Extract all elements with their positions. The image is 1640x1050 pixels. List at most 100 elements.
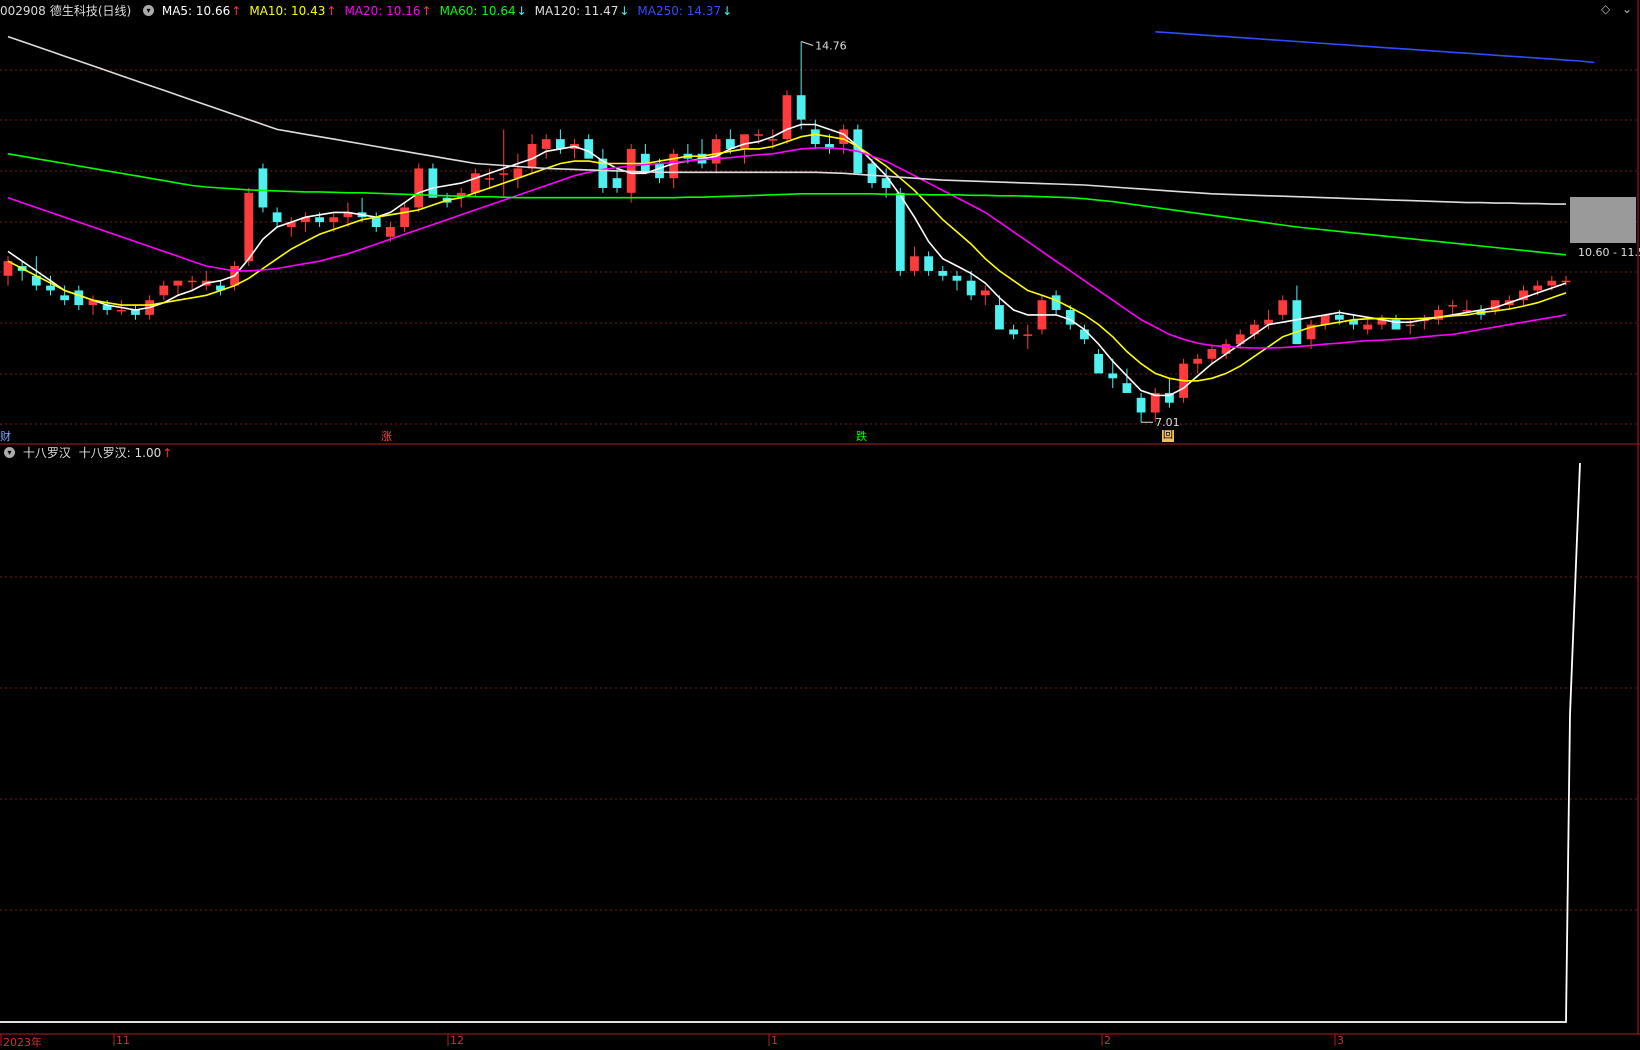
candle-body-17 (244, 192, 254, 262)
candle-body-29 (414, 168, 424, 208)
candle-body-22 (315, 217, 324, 223)
marker-hui[interactable]: 回 (1162, 430, 1174, 442)
range-box (1570, 197, 1636, 243)
stock-name: 德生科技 (49, 4, 98, 18)
candle-body-34 (485, 178, 494, 180)
candle-body-80 (1136, 397, 1146, 413)
candle-body-33 (471, 173, 480, 193)
indicator-arrow: ↑ (162, 446, 173, 460)
ma-label-1: MA10: 10.43 (249, 4, 326, 18)
candle-body-110 (1561, 280, 1571, 283)
candle-body-54 (768, 139, 778, 141)
candle-body-61 (867, 163, 877, 184)
ma-label-5: MA250: 14.37 (637, 4, 722, 18)
candle-body-55 (782, 95, 792, 140)
candle-body-79 (1122, 383, 1132, 393)
ma-label-4: MA120: 11.47 (534, 4, 619, 18)
period-label: (日线) (97, 4, 132, 18)
candle-body-96 (1363, 324, 1373, 330)
candle-body-19 (272, 212, 282, 223)
ma-line-MA20 (7, 147, 1567, 349)
candle-body-41 (584, 139, 594, 159)
ma-line-MA250 (1155, 31, 1595, 64)
x-label-4: 2 (1104, 1034, 1111, 1047)
candle-body-108 (1533, 285, 1543, 291)
candle-body-76 (1080, 329, 1089, 340)
range-label: 10.60 - 11.5 (1578, 246, 1640, 259)
ma-line-MA5 (7, 123, 1567, 397)
candle-body-5 (74, 290, 84, 306)
chevron-icon[interactable]: ⌄ (1622, 2, 1632, 16)
candle-body-77 (1094, 353, 1103, 374)
candle-body-57 (810, 129, 820, 145)
price-header: 002908 德生科技(日线) ▾ MA5: 10.66↑ MA10: 10.43↑… (0, 0, 744, 22)
candle-body-43 (612, 178, 622, 188)
diamond-icon[interactable]: ◇ (1601, 2, 1610, 16)
candle-body-85 (1207, 349, 1217, 359)
ma-label-0: MA5: 10.66 (161, 4, 231, 18)
candle-body-84 (1193, 358, 1203, 364)
candle-body-69 (980, 290, 990, 296)
candle-body-64 (910, 256, 919, 271)
high-pointer (801, 41, 814, 46)
x-label-5: 3 (1337, 1034, 1344, 1047)
candle-body-13 (187, 280, 197, 283)
candle-body-56 (796, 95, 806, 120)
indicator-header: ▾ 十八罗汉 十八罗汉: 1.00↑ (0, 442, 176, 464)
indicator-settings-icon[interactable]: ▾ (4, 447, 15, 458)
candle-body-12 (173, 280, 183, 286)
candle-body-68 (966, 280, 976, 296)
candle-body-46 (655, 163, 664, 179)
candle-body-26 (371, 217, 381, 227)
candle-body-28 (400, 207, 409, 227)
candle-body-38 (541, 139, 551, 149)
candle-body-50 (711, 139, 721, 164)
candle-body-66 (938, 270, 948, 276)
x-label-2: 12 (450, 1034, 464, 1047)
candle-body-70 (995, 305, 1004, 330)
candle-body-102 (1448, 305, 1458, 307)
candle-body-4 (60, 295, 70, 301)
candle-body-30 (428, 168, 438, 198)
candle-body-39 (555, 139, 565, 149)
chart-stage: 14.76 7.01 10.60 - 11.5 002908 德生科技(日线) ▾ M… (0, 0, 1640, 1049)
settings-icon[interactable]: ▾ (143, 5, 155, 16)
candle-body-91 (1292, 300, 1302, 345)
ma-line-MA60 (7, 153, 1567, 256)
marker-die[interactable]: 跌 (856, 428, 867, 444)
x-label-0: 2023年 (3, 1036, 42, 1049)
candle-body-52 (740, 134, 749, 149)
stock-code: 002908 (0, 4, 46, 18)
x-label-1: 11 (116, 1034, 130, 1047)
candle-body-78 (1108, 373, 1118, 379)
candle-body-53 (754, 134, 764, 136)
candle-body-93 (1320, 314, 1330, 325)
candle-body-8 (116, 309, 126, 312)
candle-body-18 (258, 168, 268, 208)
indicator-value: 十八罗汉: 1.00 (78, 446, 162, 460)
candle-body-109 (1547, 280, 1557, 286)
candle-body-11 (159, 285, 169, 296)
candle-body-65 (924, 256, 934, 271)
candle-body-35 (499, 173, 509, 175)
candle-body-71 (1009, 329, 1019, 335)
candle-body-63 (895, 192, 905, 271)
ma-label-2: MA20: 10.16 (344, 4, 421, 18)
ma-arrow-1: ↑ (326, 4, 337, 18)
ma-arrow-4: ↓ (619, 4, 630, 18)
candle-body-94 (1334, 314, 1344, 320)
candle-body-72 (1023, 334, 1033, 336)
marker-zhang[interactable]: 涨 (381, 428, 392, 444)
price-chart[interactable]: 14.76 7.01 10.60 - 11.5 (0, 0, 1640, 1049)
ma-arrow-3: ↓ (516, 4, 527, 18)
ma-legend: MA5: 10.66↑ MA10: 10.43↑ MA20: 10.16↑ MA60:… (162, 4, 740, 18)
ma-arrow-5: ↓ (722, 4, 733, 18)
indicator-name: 十八罗汉 (22, 446, 71, 460)
low-label: 7.01 (1155, 416, 1180, 429)
ma-arrow-0: ↑ (231, 4, 242, 18)
candle-body-27 (386, 227, 395, 237)
candle-body-67 (952, 275, 962, 281)
indicator-line (0, 462, 1581, 1023)
candle-body-23 (329, 217, 339, 223)
high-label: 14.76 (815, 40, 847, 53)
